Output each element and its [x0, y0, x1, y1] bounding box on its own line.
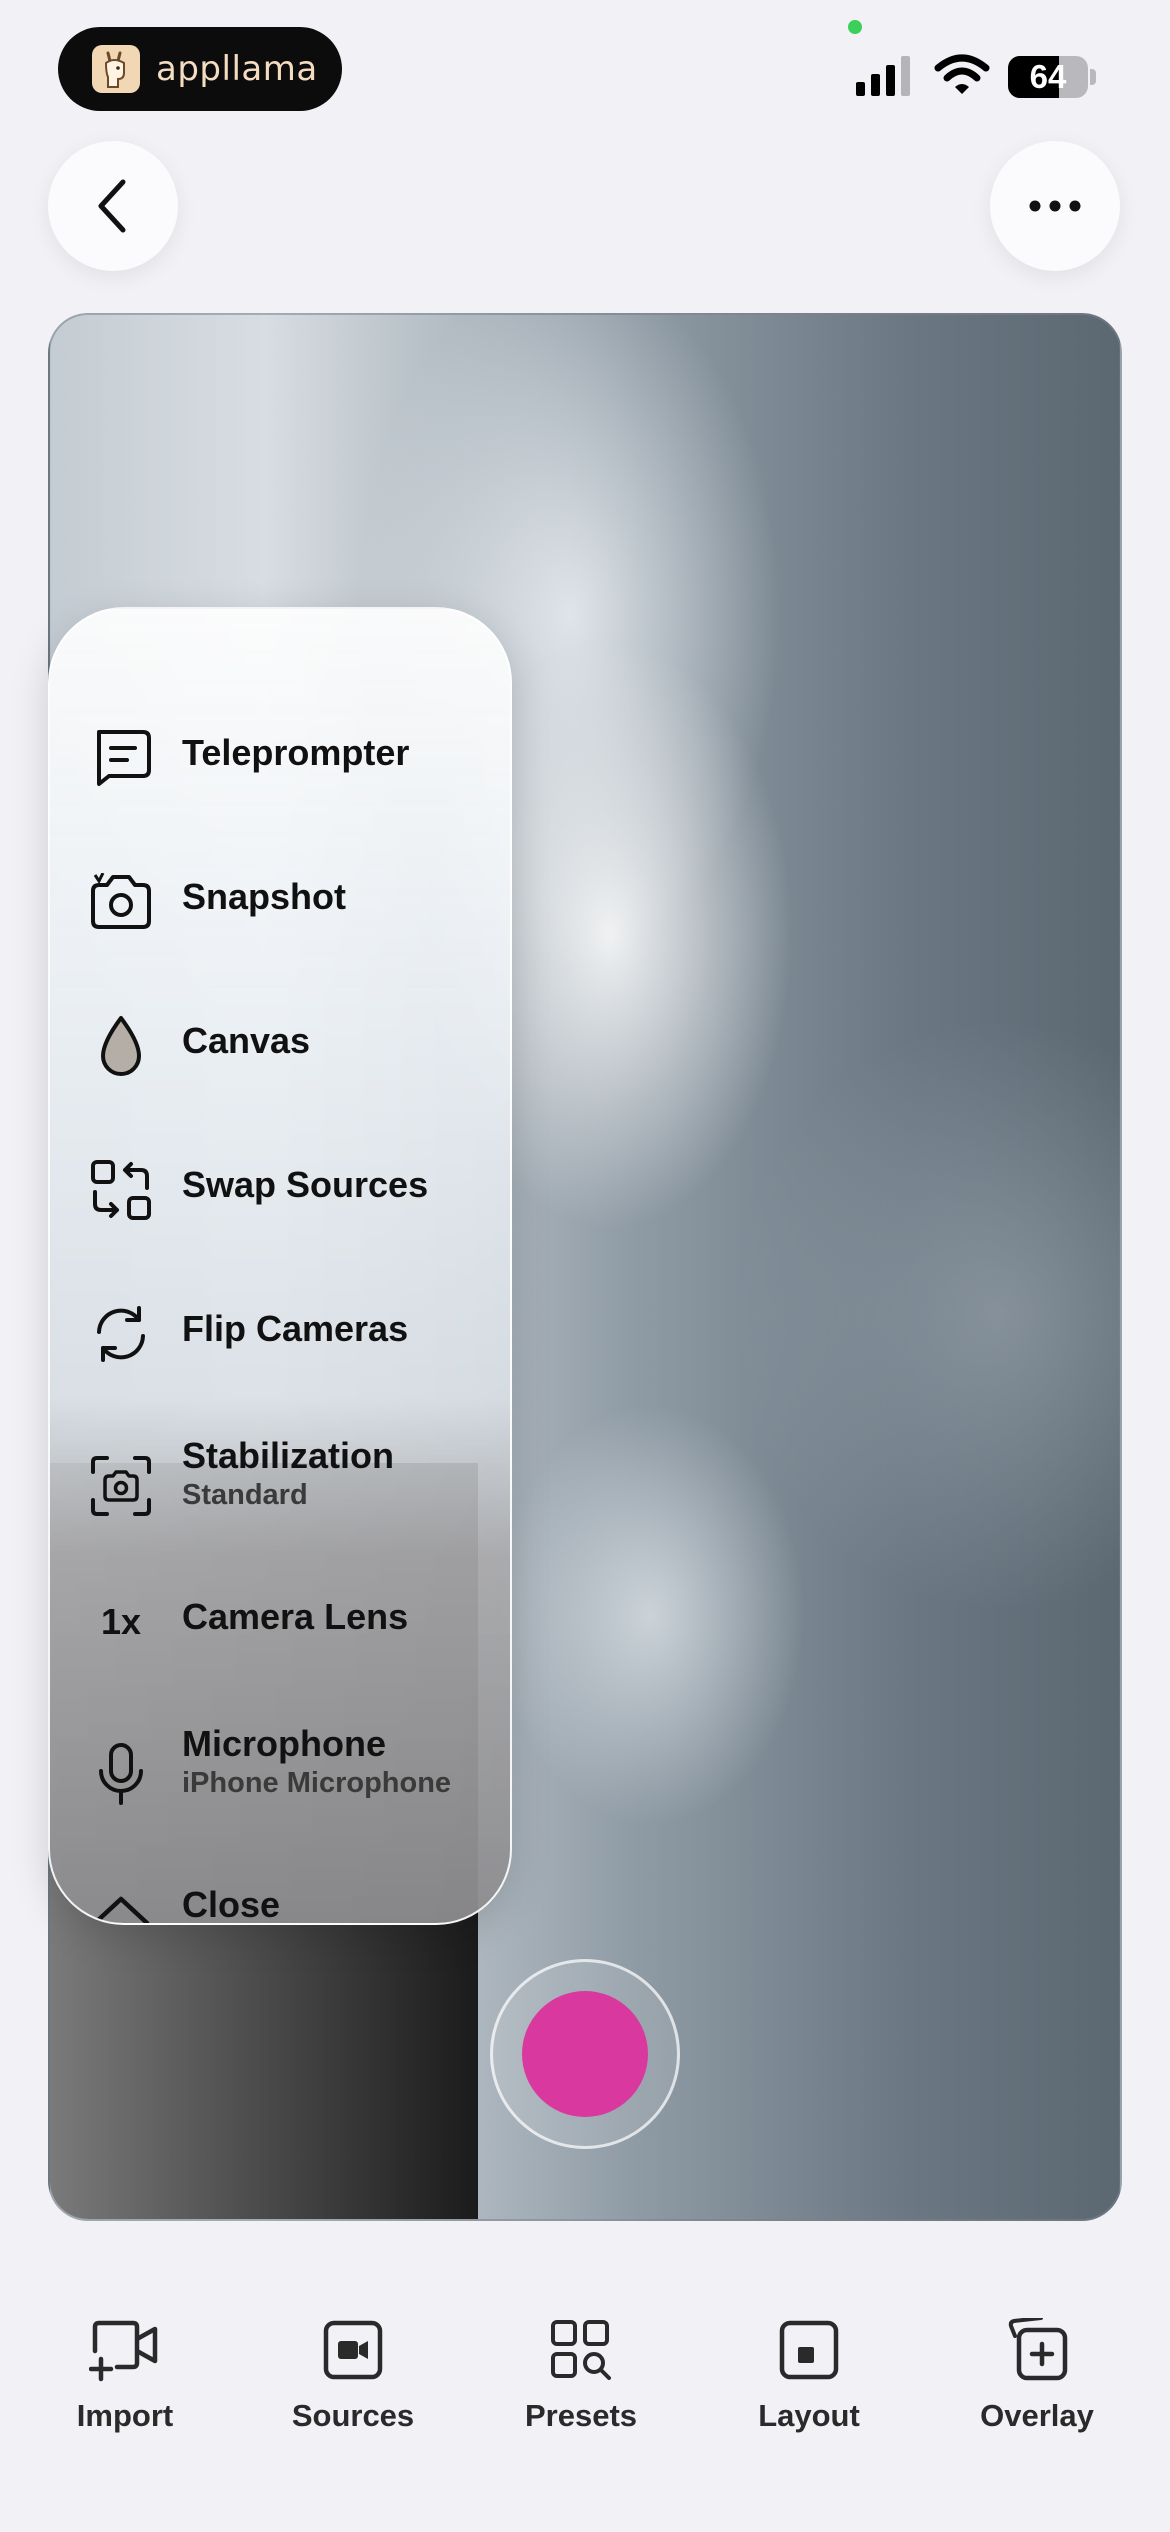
stabilization-icon: [88, 1453, 154, 1519]
wifi-icon: [934, 54, 990, 94]
flip-icon: [88, 1301, 154, 1367]
menu-item-flip-cameras[interactable]: Flip Cameras: [50, 1269, 510, 1389]
menu-item-stabilization[interactable]: Stabilization Standard: [50, 1413, 510, 1533]
tab-label: Layout: [758, 2398, 860, 2433]
menu-item-snapshot[interactable]: Snapshot: [50, 837, 510, 957]
tab-label: Overlay: [980, 2398, 1094, 2433]
menu-item-microphone[interactable]: Microphone iPhone Microphone: [50, 1701, 510, 1821]
grid-search-icon: [541, 2310, 621, 2390]
menu-item-sublabel: Standard: [182, 1479, 308, 1511]
privacy-indicator-dot: [848, 20, 862, 34]
microphone-icon: [88, 1741, 154, 1807]
battery-tip: [1090, 69, 1096, 85]
menu-item-canvas[interactable]: Canvas: [50, 981, 510, 1101]
overlay-add-icon: [997, 2310, 1077, 2390]
tab-import[interactable]: Import: [25, 2290, 225, 2440]
llama-logo-icon: [92, 45, 140, 93]
layout-icon: [769, 2310, 849, 2390]
tab-presets[interactable]: Presets: [481, 2290, 681, 2440]
menu-item-camera-lens[interactable]: 1x Camera Lens: [50, 1557, 510, 1677]
brand-badge: appllama: [58, 27, 342, 111]
tab-sources[interactable]: Sources: [253, 2290, 453, 2440]
menu-item-teleprompter[interactable]: Teleprompter: [50, 693, 510, 813]
tab-overlay[interactable]: Overlay: [937, 2290, 1137, 2440]
tab-layout[interactable]: Layout: [709, 2290, 909, 2440]
chevron-left-icon: [98, 179, 126, 233]
import-video-icon: [85, 2310, 165, 2390]
menu-item-label: Snapshot: [182, 876, 347, 917]
menu-item-label: Teleprompter: [182, 732, 410, 773]
status-bar: appllama 64: [0, 0, 1170, 140]
ellipsis-icon: [1029, 200, 1081, 212]
bottom-tab-bar: Import Sources Presets Layout Overlay: [0, 2290, 1170, 2440]
swap-icon: [88, 1157, 154, 1223]
record-button[interactable]: [490, 1959, 680, 2149]
record-indicator: [522, 1991, 648, 2117]
back-button[interactable]: [48, 141, 178, 271]
video-source-icon: [313, 2310, 393, 2390]
menu-item-label: Flip Cameras: [182, 1308, 409, 1349]
menu-item-label: Camera Lens: [182, 1596, 409, 1637]
battery-level: 64: [1029, 58, 1067, 95]
tab-label: Presets: [524, 2398, 638, 2433]
brand-name: appllama: [156, 49, 318, 89]
lens-icon: 1x: [88, 1589, 154, 1655]
camera-icon: [88, 869, 154, 935]
menu-item-label: Stabilization: [182, 1435, 395, 1476]
menu-item-label: Swap Sources: [182, 1164, 429, 1205]
more-options-button[interactable]: [990, 141, 1120, 271]
lens-zoom-value: 1x: [100, 1601, 142, 1642]
menu-item-label: Microphone: [182, 1723, 386, 1764]
tab-label: Sources: [291, 2398, 415, 2433]
menu-item-close[interactable]: Close: [50, 1845, 510, 1925]
chevron-up-icon: [88, 1877, 154, 1923]
menu-item-label: Close: [182, 1884, 281, 1925]
menu-item-swap-sources[interactable]: Swap Sources: [50, 1125, 510, 1245]
menu-item-label: Canvas: [182, 1020, 311, 1061]
camera-options-menu: Teleprompter Snapshot Canvas Swap Source…: [48, 607, 512, 1925]
cellular-signal-icon: [856, 56, 910, 96]
battery-icon: 64: [1008, 56, 1088, 98]
teleprompter-icon: [88, 725, 154, 791]
drop-icon: [88, 1013, 154, 1079]
tab-label: Import: [76, 2398, 174, 2433]
menu-item-sublabel: iPhone Microphone: [182, 1767, 452, 1799]
